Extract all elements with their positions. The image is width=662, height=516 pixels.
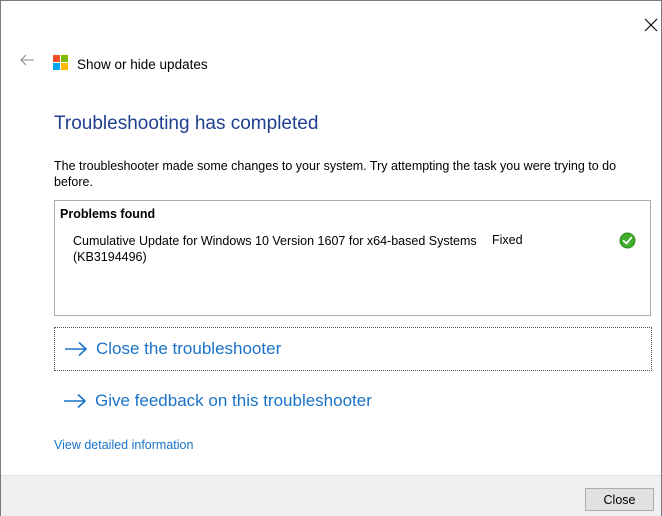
close-button[interactable]: Close [585, 488, 654, 511]
footer-bar: Close [1, 475, 661, 516]
app-logo-icon [53, 55, 69, 71]
view-detailed-information-link[interactable]: View detailed information [54, 438, 193, 452]
app-title: Show or hide updates [77, 57, 208, 72]
right-arrow-icon [64, 393, 87, 409]
back-arrow-icon[interactable] [19, 53, 35, 67]
problems-found-box: Problems found Cumulative Update for Win… [54, 200, 651, 316]
description-text: The troubleshooter made some changes to … [54, 159, 617, 189]
give-feedback-command[interactable]: Give feedback on this troubleshooter [54, 379, 652, 423]
close-icon[interactable] [643, 17, 659, 33]
close-troubleshooter-command[interactable]: Close the troubleshooter [54, 327, 652, 371]
troubleshooter-window: Show or hide updates Troubleshooting has… [0, 0, 662, 516]
checkmark-icon [619, 232, 636, 249]
close-troubleshooter-label: Close the troubleshooter [96, 339, 282, 358]
problems-found-header: Problems found [60, 207, 156, 221]
problem-status: Fixed [492, 233, 523, 247]
problem-name: Cumulative Update for Windows 10 Version… [73, 234, 477, 264]
page-heading: Troubleshooting has completed [54, 113, 319, 134]
right-arrow-icon [65, 341, 88, 357]
give-feedback-label: Give feedback on this troubleshooter [95, 391, 372, 410]
